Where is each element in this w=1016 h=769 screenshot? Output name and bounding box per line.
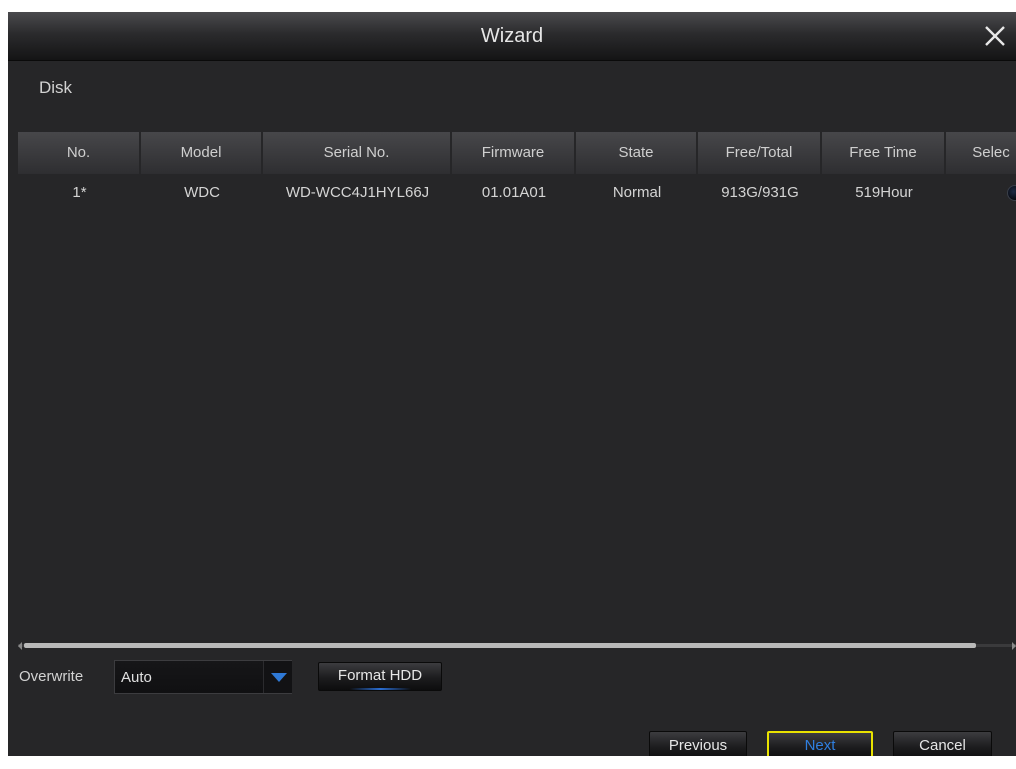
column-header-model[interactable]: Model — [141, 132, 263, 174]
cell-select — [946, 177, 1016, 209]
cell-free-time: 519Hour — [855, 184, 913, 201]
next-button[interactable]: Next — [767, 731, 873, 756]
column-header-firmware[interactable]: Firmware — [452, 132, 576, 174]
overwrite-label: Overwrite — [19, 668, 84, 685]
column-header-free-total[interactable]: Free/Total — [698, 132, 822, 174]
cell-free-total: 913G/931G — [721, 184, 799, 201]
close-icon — [985, 26, 1005, 46]
horizontal-scrollbar[interactable] — [18, 641, 1016, 651]
overwrite-dropdown-button[interactable] — [263, 661, 292, 693]
scroll-left-arrow-icon[interactable] — [18, 642, 22, 650]
scroll-right-arrow-icon[interactable] — [1012, 642, 1016, 650]
select-radio-button[interactable] — [1007, 185, 1016, 202]
close-button[interactable] — [983, 24, 1007, 48]
cell-firmware: 01.01A01 — [481, 184, 547, 201]
cell-serial: WD-WCC4J1HYL66J — [285, 184, 430, 201]
disk-table: No. Model Serial No. Firmware State Free… — [18, 132, 1016, 654]
overwrite-value: Auto — [121, 669, 152, 686]
overwrite-select[interactable]: Auto — [114, 660, 292, 694]
cell-model: WDC — [184, 184, 220, 201]
previous-button[interactable]: Previous — [649, 731, 747, 756]
section-label: Disk — [39, 78, 73, 97]
cancel-button[interactable]: Cancel — [893, 731, 992, 756]
wizard-window: Wizard Disk No. Model Serial No. Firmwar… — [8, 12, 1016, 756]
column-header-select[interactable]: Selec — [946, 132, 1016, 174]
window-title: Wizard — [480, 25, 544, 47]
cell-state: Normal — [612, 184, 662, 201]
column-header-free-time[interactable]: Free Time — [822, 132, 946, 174]
table-header: No. Model Serial No. Firmware State Free… — [18, 132, 1016, 174]
column-header-no[interactable]: No. — [18, 132, 141, 174]
column-header-state[interactable]: State — [576, 132, 698, 174]
column-header-serial[interactable]: Serial No. — [263, 132, 452, 174]
chevron-down-icon — [271, 673, 287, 682]
table-row[interactable]: 1* WDC WD-WCC4J1HYL66J 01.01A01 Normal 9… — [18, 177, 1016, 209]
cell-no: 1* — [72, 184, 87, 201]
title-bar: Wizard — [8, 12, 1016, 61]
scrollbar-thumb[interactable] — [24, 643, 976, 648]
format-hdd-button[interactable]: Format HDD — [318, 662, 442, 691]
